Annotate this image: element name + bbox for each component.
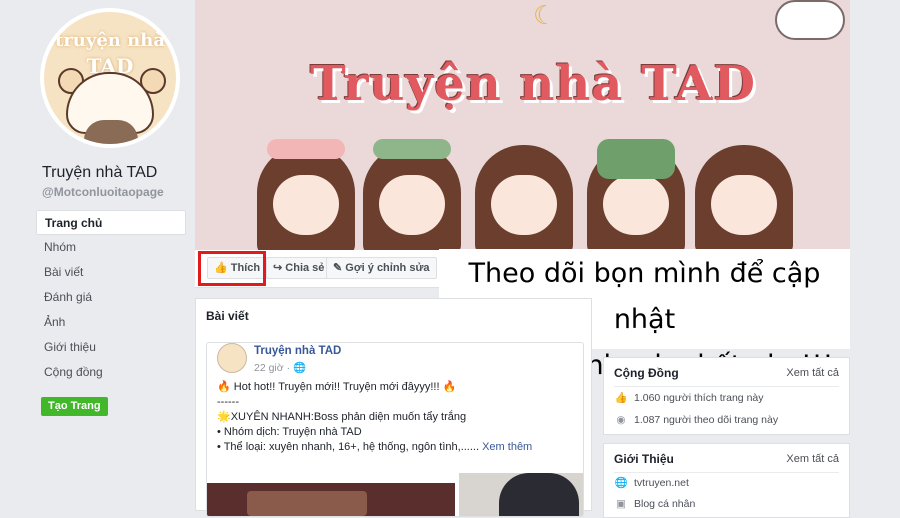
community-card: Cộng Đồng Xem tất cả 👍 1.060 người thích … xyxy=(603,357,850,435)
likes-count: 1.060 người thích trang này xyxy=(634,392,764,404)
follows-count: 1.087 người theo dõi trang này xyxy=(634,414,779,426)
post-time[interactable]: 22 giờ · 🌐 xyxy=(254,361,306,374)
post-card: Truyện nhà TAD 22 giờ · 🌐 🔥 Hot hot!! Tr… xyxy=(206,342,584,517)
post-image-2[interactable] xyxy=(459,473,583,516)
post-author[interactable]: Truyện nhà TAD xyxy=(254,345,341,357)
category-row: ▣ Blog cá nhân xyxy=(614,498,695,510)
suggest-edit-label: Gợi ý chỉnh sửa xyxy=(345,262,430,274)
cover-title: Truyện nhà TAD xyxy=(310,56,757,112)
see-more-link[interactable]: Xem thêm xyxy=(482,441,532,453)
cloud-illustration xyxy=(775,0,845,40)
nav-item-groups[interactable]: Nhóm xyxy=(36,235,186,260)
page-handle[interactable]: @Motconluoitaopage xyxy=(42,185,164,199)
thumbs-up-icon: 👍 xyxy=(614,392,628,404)
nav-item-photos[interactable]: Ảnh xyxy=(36,310,186,335)
post-author-avatar[interactable] xyxy=(217,343,247,373)
nav-item-reviews[interactable]: Đánh giá xyxy=(36,285,186,310)
moon-icon: ☾ xyxy=(533,0,557,30)
girl-illustration-3 xyxy=(475,145,573,250)
likes-row: 👍 1.060 người thích trang này xyxy=(614,391,764,404)
community-see-all-link[interactable]: Xem tất cả xyxy=(786,367,839,379)
share-button[interactable]: ↪ Chia sẻ xyxy=(266,257,332,279)
girl-illustration-2 xyxy=(363,139,461,250)
nav-item-home[interactable]: Trang chủ xyxy=(36,210,186,235)
about-see-all-link[interactable]: Xem tất cả xyxy=(786,453,839,465)
post-line: 🌟XUYÊN NHANH:Boss phản diện muốn tẩy trắ… xyxy=(217,411,467,423)
bear-body-illustration xyxy=(84,120,138,144)
nav-item-about[interactable]: Giới thiệu xyxy=(36,335,186,360)
left-sidebar: truyện nhà TAD Truyện nhà TAD @Motconluo… xyxy=(0,0,195,511)
divider xyxy=(614,472,839,473)
cover-photo[interactable]: ☾ Truyện nhà TAD xyxy=(195,0,850,250)
post-line: ------ xyxy=(217,396,239,408)
create-page-button[interactable]: Tạo Trang xyxy=(41,397,108,416)
posts-section: Bài viết Truyện nhà TAD 22 giờ · 🌐 🔥 Hot… xyxy=(195,298,592,517)
post-line: • Thể loại: xuyên nhanh, 16+, hệ thống, … xyxy=(217,440,577,455)
post-image-1[interactable] xyxy=(207,483,455,516)
like-button-highlight xyxy=(198,251,266,286)
share-label: Chia sẻ xyxy=(285,262,325,274)
girl-illustration-5 xyxy=(695,145,793,250)
tag-icon: ▣ xyxy=(616,498,626,510)
posts-title[interactable]: Bài viết xyxy=(206,309,249,323)
follow-icon: ◉ xyxy=(616,414,626,426)
post-time-text: 22 giờ · xyxy=(254,362,293,374)
page-nav: Trang chủ Nhóm Bài viết Đánh giá Ảnh Giớ… xyxy=(36,210,186,385)
website-link[interactable]: tvtruyen.net xyxy=(634,477,689,489)
post-line: 🔥 Hot hot!! Truyện mới!! Truyện mới đâyy… xyxy=(217,381,457,393)
page-avatar[interactable]: truyện nhà TAD xyxy=(40,8,180,148)
pencil-icon: ✎ xyxy=(333,262,343,274)
category-link[interactable]: Blog cá nhân xyxy=(634,498,695,510)
girl-illustration-4 xyxy=(587,139,685,250)
post-line-genre: • Thể loại: xuyên nhanh, 16+, hệ thống, … xyxy=(217,441,483,453)
website-row: 🌐 tvtruyen.net xyxy=(614,476,689,489)
suggest-edit-button[interactable]: ✎ Gợi ý chỉnh sửa xyxy=(326,257,437,279)
divider xyxy=(614,386,839,387)
page-name[interactable]: Truyện nhà TAD xyxy=(42,164,157,182)
globe-icon: 🌐 xyxy=(293,362,307,374)
girl-illustration-1 xyxy=(257,139,355,250)
about-card: Giới Thiệu Xem tất cả 🌐 tvtruyen.net ▣ Blo… xyxy=(603,443,850,518)
post-body: 🔥 Hot hot!! Truyện mới!! Truyện mới đâyy… xyxy=(217,380,577,455)
nav-item-community[interactable]: Cộng đồng xyxy=(36,360,186,385)
nav-item-posts[interactable]: Bài viết xyxy=(36,260,186,285)
follows-row: ◉ 1.087 người theo dõi trang này xyxy=(614,414,778,426)
globe-icon: 🌐 xyxy=(614,477,628,489)
community-title: Cộng Đồng xyxy=(614,366,679,380)
post-line: • Nhóm dịch: Truyện nhà TAD xyxy=(217,426,362,438)
avatar-text-line1: truyện nhà xyxy=(55,30,165,51)
about-title: Giới Thiệu xyxy=(614,452,674,466)
share-icon: ↪ xyxy=(273,262,283,274)
